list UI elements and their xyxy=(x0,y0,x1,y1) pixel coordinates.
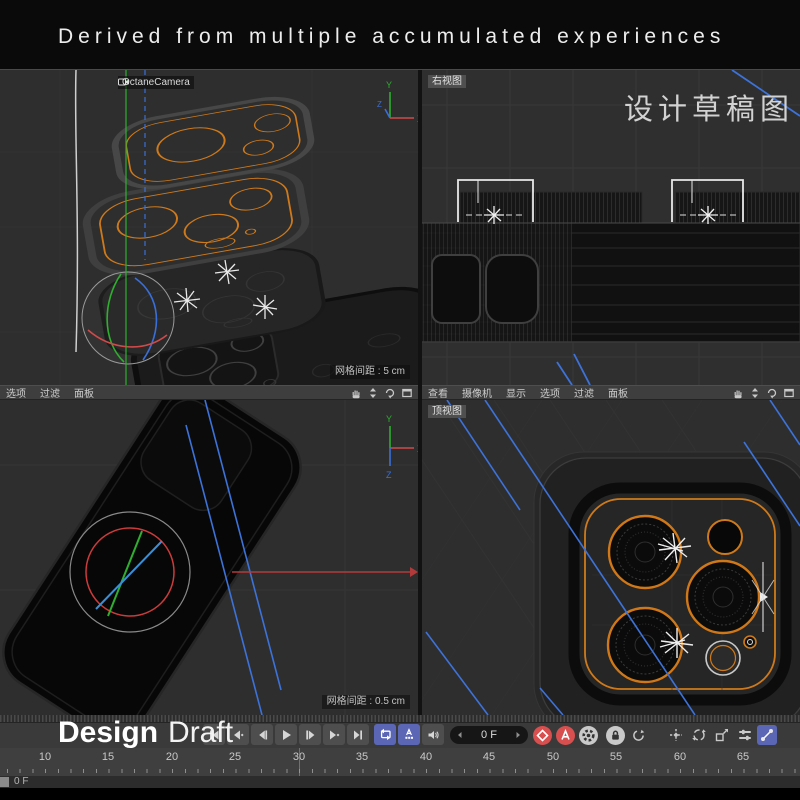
menu-item[interactable]: 查看 xyxy=(428,385,448,400)
frame-decrement-icon[interactable] xyxy=(456,731,464,739)
ruler-number: 40 xyxy=(420,751,432,763)
watermark-text: 设计草稿图 xyxy=(624,86,794,128)
axis-gizmo: Y X Z xyxy=(377,80,418,124)
record-keyframe-button[interactable] xyxy=(533,726,552,745)
camera-label[interactable]: OctaneCamera xyxy=(118,76,194,89)
top-view-canvas xyxy=(422,400,800,715)
timeline-ruler[interactable]: 10 15 20 25 30 35 40 45 50 55 60 65 xyxy=(0,748,800,766)
ruler-number: 50 xyxy=(547,751,559,763)
menu-item[interactable]: 面板 xyxy=(608,385,628,400)
position-filter-button[interactable] xyxy=(666,725,686,745)
point-level-animation-button[interactable] xyxy=(757,725,777,745)
ruler-number: 20 xyxy=(166,751,178,763)
playhead-handle[interactable] xyxy=(0,777,9,787)
menu-item[interactable]: 显示 xyxy=(506,385,526,400)
lidar-sensor xyxy=(706,641,740,675)
record-position-button[interactable] xyxy=(606,726,625,745)
front-canvas: Y X Z xyxy=(0,400,418,715)
rotation-filter-button[interactable] xyxy=(689,725,709,745)
play-button[interactable] xyxy=(275,724,297,745)
next-key-button[interactable] xyxy=(323,724,345,745)
playhead-row[interactable]: 0 F xyxy=(0,776,800,788)
viewport-name-badge: 顶视图 xyxy=(428,405,466,418)
rotation-gizmo[interactable] xyxy=(82,272,174,364)
camera-protector-frame-upper xyxy=(111,92,314,194)
axis-gizmo: Y X Z xyxy=(386,414,418,480)
maximize-view-icon[interactable] xyxy=(782,386,795,399)
ruler-number: 35 xyxy=(356,751,368,763)
axis-y-label: Y xyxy=(386,80,392,90)
maximize-view-icon[interactable] xyxy=(400,386,413,399)
loop-playback-toggle[interactable] xyxy=(374,724,396,745)
axis-z-label: Z xyxy=(377,100,382,109)
playhead-frame-label: 0 F xyxy=(14,776,28,788)
camera-lens xyxy=(608,608,682,682)
previous-frame-button[interactable] xyxy=(251,724,273,745)
ruler-number: 55 xyxy=(610,751,622,763)
viewport-menubar-left: 选项 过滤 面板 xyxy=(0,385,418,400)
microphone-hole xyxy=(744,636,756,648)
phone-body xyxy=(0,400,314,715)
viewport-divider xyxy=(418,70,422,715)
ruler-number: 15 xyxy=(102,751,114,763)
frame-marker xyxy=(299,748,300,776)
autokeying-button[interactable] xyxy=(556,726,575,745)
go-to-start-button[interactable] xyxy=(203,724,225,745)
menu-item[interactable]: 过滤 xyxy=(574,385,594,400)
grid-spacing-label: 网格间距 : 5 cm xyxy=(330,365,410,379)
previous-key-button[interactable] xyxy=(227,724,249,745)
menu-item[interactable]: 面板 xyxy=(74,385,94,400)
bottom-strip xyxy=(0,788,800,800)
parameter-filter-button[interactable] xyxy=(735,725,755,745)
x-axis-arrow[interactable] xyxy=(232,567,418,577)
zoom-view-icon[interactable] xyxy=(748,386,761,399)
menu-item[interactable]: 选项 xyxy=(6,385,26,400)
camera-icon xyxy=(118,76,130,88)
app-window: Derived from multiple accumulated experi… xyxy=(0,0,800,800)
menu-item[interactable]: 选项 xyxy=(540,385,560,400)
ruler-number: 10 xyxy=(39,751,51,763)
current-frame-value: 0 F xyxy=(481,729,497,741)
viewport-name-badge: 右视图 xyxy=(428,75,466,88)
viewport-front[interactable]: Y X Z 网格间距 : 0.5 cm xyxy=(0,400,418,715)
pan-view-icon[interactable] xyxy=(349,386,362,399)
ruler-number: 45 xyxy=(483,751,495,763)
viewport-perspective[interactable]: Y X Z OctaneCamera 网格间距 : 5 cm xyxy=(0,70,418,385)
camera-lens xyxy=(687,561,759,633)
menu-item[interactable]: 摄像机 xyxy=(462,385,492,400)
grid-spacing-label: 网格间距 : 0.5 cm xyxy=(322,695,410,709)
autokey-mode-toggle[interactable] xyxy=(398,724,420,745)
camera-lens xyxy=(609,516,681,588)
axis-y-label: Y xyxy=(386,414,392,424)
go-to-end-button[interactable] xyxy=(347,724,369,745)
axis-z-label: Z xyxy=(386,470,392,480)
perspective-canvas: Y X Z xyxy=(0,70,418,385)
viewport-menubar-right: 查看 摄像机 显示 选项 过滤 面板 xyxy=(422,385,800,400)
camera-module xyxy=(574,488,786,700)
timeline-minor-ticks[interactable] xyxy=(0,715,800,722)
frame-increment-icon[interactable] xyxy=(514,731,522,739)
timeline-ruler-ticks[interactable] xyxy=(0,766,800,776)
rotate-view-icon[interactable] xyxy=(765,386,778,399)
banner-title: Derived from multiple accumulated experi… xyxy=(58,25,725,49)
sound-toggle[interactable] xyxy=(422,724,444,745)
next-frame-button[interactable] xyxy=(299,724,321,745)
ruler-number: 60 xyxy=(674,751,686,763)
viewport-top-view[interactable]: 顶视图 xyxy=(422,400,800,715)
ruler-number: 65 xyxy=(737,751,749,763)
ruler-number: 25 xyxy=(229,751,241,763)
menu-item[interactable]: 过滤 xyxy=(40,385,60,400)
zoom-view-icon[interactable] xyxy=(366,386,379,399)
pan-view-icon[interactable] xyxy=(731,386,744,399)
rotate-view-icon[interactable] xyxy=(383,386,396,399)
scale-filter-button[interactable] xyxy=(712,725,732,745)
record-rotation-button[interactable] xyxy=(629,726,648,745)
keyframe-selection-button[interactable] xyxy=(579,726,598,745)
camera-label-text: OctaneCamera xyxy=(122,76,190,89)
viewport-right-view[interactable]: 右视图 设计草稿图 xyxy=(422,70,800,385)
flash xyxy=(708,520,742,554)
top-banner: Derived from multiple accumulated experi… xyxy=(0,0,800,70)
